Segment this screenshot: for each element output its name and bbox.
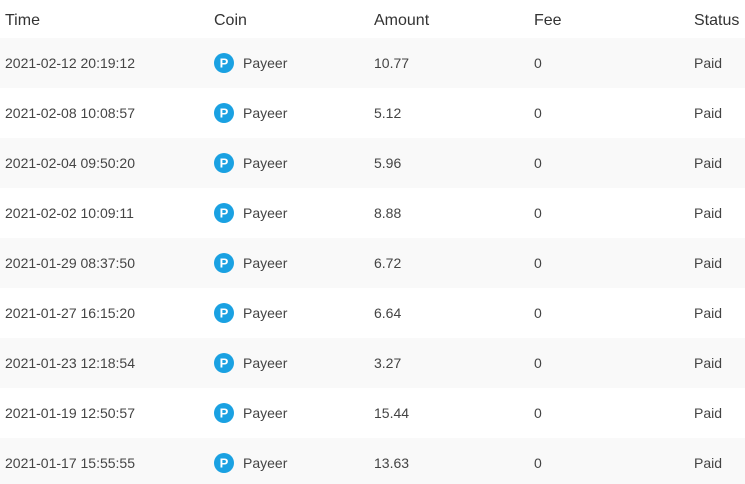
cell-status: Paid (694, 205, 723, 221)
payeer-icon: P (214, 403, 234, 423)
cell-time: 2021-02-04 09:50:20 (5, 155, 135, 171)
payments-table: Time Coin Amount Fee Status 2021-02-12 2… (0, 0, 745, 484)
coin-label: Payeer (243, 355, 288, 371)
payeer-icon: P (214, 453, 234, 473)
svg-text:P: P (220, 106, 229, 121)
cell-amount: 3.27 (374, 355, 402, 371)
coin-label: Payeer (243, 305, 288, 321)
cell-fee: 0 (534, 105, 542, 121)
svg-text:P: P (220, 56, 229, 71)
cell-fee: 0 (534, 55, 542, 71)
payeer-icon: P (214, 153, 234, 173)
payeer-icon: P (214, 353, 234, 373)
header-fee: Fee (534, 12, 562, 29)
table-row: 2021-02-02 10:09:11 P Payeer 8.88 0 Paid (0, 188, 745, 238)
coin-label: Payeer (243, 405, 288, 421)
cell-time: 2021-01-27 16:15:20 (5, 305, 135, 321)
payeer-icon: P (214, 53, 234, 73)
cell-coin: P Payeer (214, 303, 287, 323)
cell-coin: P Payeer (214, 453, 287, 473)
cell-fee: 0 (534, 205, 542, 221)
svg-text:P: P (220, 356, 229, 371)
table-row: 2021-02-08 10:08:57 P Payeer 5.12 0 Paid (0, 88, 745, 138)
table-row: 2021-01-17 15:55:55 P Payeer 13.63 0 Pai… (0, 438, 745, 484)
cell-fee: 0 (534, 355, 542, 371)
cell-status: Paid (694, 455, 723, 471)
cell-status: Paid (694, 55, 723, 71)
cell-status: Paid (694, 255, 723, 271)
payeer-icon: P (214, 253, 234, 273)
table-row: 2021-01-19 12:50:57 P Payeer 15.44 0 Pai… (0, 388, 745, 438)
svg-text:P: P (220, 406, 229, 421)
svg-text:P: P (220, 256, 229, 271)
table-row: 2021-01-27 16:15:20 P Payeer 6.64 0 Paid (0, 288, 745, 338)
coin-label: Payeer (243, 205, 288, 221)
cell-time: 2021-01-19 12:50:57 (5, 405, 135, 421)
cell-fee: 0 (534, 255, 542, 271)
cell-time: 2021-01-29 08:37:50 (5, 255, 135, 271)
svg-text:P: P (220, 156, 229, 171)
cell-status: Paid (694, 105, 723, 121)
svg-text:P: P (220, 206, 229, 221)
table-header: Time Coin Amount Fee Status (0, 0, 745, 38)
cell-coin: P Payeer (214, 353, 287, 373)
table-row: 2021-01-29 08:37:50 P Payeer 6.72 0 Paid (0, 238, 745, 288)
cell-coin: P Payeer (214, 403, 287, 423)
cell-amount: 5.96 (374, 155, 402, 171)
cell-amount: 13.63 (374, 455, 410, 471)
cell-coin: P Payeer (214, 203, 287, 223)
cell-amount: 5.12 (374, 105, 402, 121)
header-time: Time (5, 12, 40, 29)
table-row: 2021-02-12 20:19:12 P Payeer 10.77 0 Pai… (0, 38, 745, 88)
cell-fee: 0 (534, 305, 542, 321)
cell-time: 2021-02-02 10:09:11 (5, 205, 134, 221)
payeer-icon: P (214, 103, 234, 123)
cell-fee: 0 (534, 405, 542, 421)
cell-coin: P Payeer (214, 253, 287, 273)
header-status: Status (694, 12, 740, 29)
coin-label: Payeer (243, 255, 288, 271)
cell-coin: P Payeer (214, 53, 287, 73)
coin-label: Payeer (243, 55, 288, 71)
cell-coin: P Payeer (214, 153, 287, 173)
svg-text:P: P (220, 306, 229, 321)
table-row: 2021-01-23 12:18:54 P Payeer 3.27 0 Paid (0, 338, 745, 388)
coin-label: Payeer (243, 105, 288, 121)
cell-status: Paid (694, 305, 723, 321)
header-amount: Amount (374, 12, 430, 29)
header-coin: Coin (214, 12, 247, 29)
cell-amount: 10.77 (374, 55, 410, 71)
table-row: 2021-02-04 09:50:20 P Payeer 5.96 0 Paid (0, 138, 745, 188)
payeer-icon: P (214, 303, 234, 323)
cell-fee: 0 (534, 455, 542, 471)
cell-fee: 0 (534, 155, 542, 171)
cell-time: 2021-01-23 12:18:54 (5, 355, 135, 371)
coin-label: Payeer (243, 455, 288, 471)
cell-amount: 15.44 (374, 405, 410, 421)
cell-status: Paid (694, 405, 723, 421)
coin-label: Payeer (243, 155, 288, 171)
cell-coin: P Payeer (214, 103, 287, 123)
svg-text:P: P (220, 456, 229, 471)
cell-status: Paid (694, 155, 723, 171)
cell-status: Paid (694, 355, 723, 371)
cell-time: 2021-01-17 15:55:55 (5, 455, 135, 471)
cell-amount: 6.72 (374, 255, 402, 271)
cell-amount: 6.64 (374, 305, 402, 321)
cell-time: 2021-02-12 20:19:12 (5, 55, 135, 71)
cell-amount: 8.88 (374, 205, 402, 221)
cell-time: 2021-02-08 10:08:57 (5, 105, 135, 121)
payeer-icon: P (214, 203, 234, 223)
